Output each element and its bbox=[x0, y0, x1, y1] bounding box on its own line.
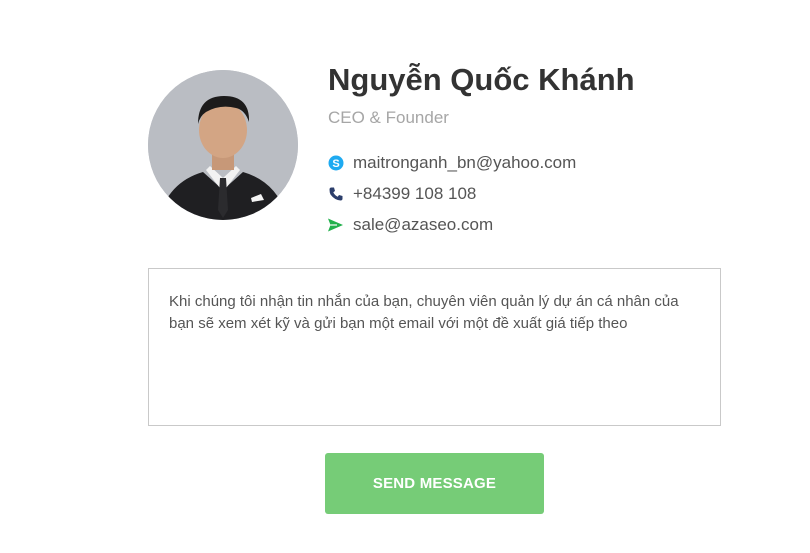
send-icon bbox=[327, 217, 344, 234]
email-value[interactable]: sale@azaseo.com bbox=[353, 215, 493, 235]
skype-value[interactable]: maitronganh_bn@yahoo.com bbox=[353, 153, 576, 173]
skype-icon: S bbox=[327, 155, 344, 172]
profile-role: CEO & Founder bbox=[328, 108, 449, 127]
send-message-button[interactable]: SEND MESSAGE bbox=[325, 453, 544, 514]
contact-skype[interactable]: S maitronganh_bn@yahoo.com bbox=[327, 153, 576, 173]
message-textarea[interactable]: Khi chúng tôi nhận tin nhắn của bạn, chu… bbox=[148, 268, 721, 426]
svg-text:S: S bbox=[332, 158, 339, 170]
phone-value[interactable]: +84399 108 108 bbox=[353, 184, 476, 204]
profile-name: Nguyễn Quốc Khánh bbox=[328, 62, 635, 97]
contact-phone[interactable]: +84399 108 108 bbox=[327, 184, 476, 204]
person-photo-icon bbox=[148, 70, 298, 220]
phone-icon bbox=[327, 186, 344, 203]
avatar bbox=[148, 70, 298, 220]
message-text: Khi chúng tôi nhận tin nhắn của bạn, chu… bbox=[169, 293, 679, 332]
contact-card: Nguyễn Quốc Khánh CEO & Founder S maitro… bbox=[0, 0, 810, 553]
contact-email[interactable]: sale@azaseo.com bbox=[327, 215, 493, 235]
